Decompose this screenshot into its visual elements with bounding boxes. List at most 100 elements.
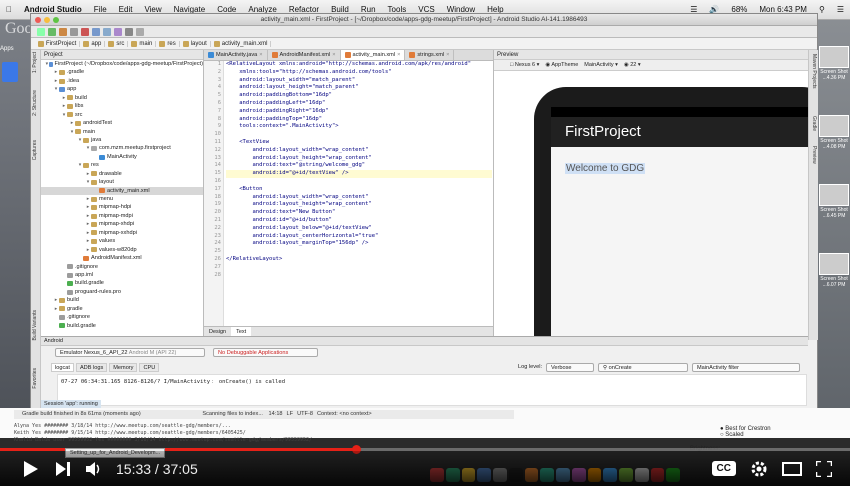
run-icon[interactable]	[48, 27, 56, 36]
tree-item[interactable]: ▸ .idea	[41, 77, 203, 85]
settings-gear-icon[interactable]	[750, 460, 768, 478]
right-tool-2[interactable]: Preview	[811, 146, 817, 164]
theme-dropdown[interactable]: ◉ AppTheme	[545, 62, 578, 68]
tree-item[interactable]: build.gradle	[41, 322, 203, 330]
breadcrumb-item[interactable]: layout	[180, 40, 211, 47]
device-dropdown[interactable]: □ Nexus 6 ▾	[510, 62, 539, 68]
tree-item[interactable]: ▸ drawable	[41, 170, 203, 178]
api-dropdown[interactable]: ◉ 22 ▾	[624, 62, 641, 68]
apple-icon[interactable]: 	[0, 5, 18, 14]
apps-label[interactable]: Apps	[0, 46, 14, 52]
code-line[interactable]: android:paddingRight="16dp"	[226, 108, 492, 116]
code-line[interactable]: android:id="@+id/textView" />	[226, 170, 492, 178]
right-tool-0[interactable]: Maven Projects	[811, 54, 817, 88]
left-tool-3[interactable]: Build Variants	[32, 310, 38, 340]
editor-tab[interactable]: strings.xml ×	[405, 50, 455, 61]
code-line[interactable]	[226, 131, 492, 139]
code-line[interactable]: android:layout_marginTop="156dp" />	[226, 240, 492, 248]
theater-mode-icon[interactable]	[782, 461, 802, 476]
tree-item[interactable]: ▾ com.mzm.meetup.firstproject	[41, 144, 203, 152]
avd-icon[interactable]	[114, 27, 122, 36]
code-line[interactable]: android:paddingLeft="16dp"	[226, 100, 492, 108]
screenshot-file-icon[interactable]	[819, 115, 849, 137]
next-icon[interactable]	[56, 461, 70, 476]
scaled-option[interactable]: ○ Scaled	[720, 432, 771, 438]
tree-item[interactable]: ▸ mipmap-hdpi	[41, 203, 203, 211]
log-filter-select[interactable]: MainActivity filter	[692, 362, 800, 372]
debuggable-apps-select[interactable]: No Debuggable Applications	[213, 347, 318, 357]
project-panel-header[interactable]: Project	[41, 50, 203, 60]
editor-tab[interactable]: MainActivity.java ×	[204, 50, 268, 60]
code-area[interactable]: <RelativeLayout xmlns:android="http://sc…	[226, 61, 492, 279]
code-line[interactable]: android:id="@+id/button"	[226, 217, 492, 225]
close-tab-icon[interactable]: ×	[397, 50, 400, 61]
breadcrumb-item[interactable]: app	[80, 40, 106, 47]
log-search-input[interactable]: ⚲ onCreate	[598, 362, 688, 372]
tree-item[interactable]: ▸ androidTest	[41, 119, 203, 127]
code-line[interactable]	[226, 178, 492, 186]
code-line[interactable]: android:layout_height="match_parent"	[226, 84, 492, 92]
device-monitor-icon[interactable]	[125, 27, 133, 36]
tree-item[interactable]: ▾ FirstProject (~/Dropbox/code/apps-gdg-m…	[41, 60, 203, 68]
tree-item[interactable]: ▸ mipmap-xxhdpi	[41, 229, 203, 237]
logcat-output[interactable]: 07-27 06:34:31.165 8126-8126/? I/MainAct…	[57, 374, 807, 406]
sync-icon[interactable]	[92, 27, 100, 36]
tree-item[interactable]: ▸ gradle	[41, 305, 203, 313]
code-line[interactable]	[226, 272, 492, 280]
code-line[interactable]: android:paddingBottom="16dp"	[226, 92, 492, 100]
tree-item[interactable]: ▾ main	[41, 128, 203, 136]
code-line[interactable]: <TextView	[226, 139, 492, 147]
log-level-select[interactable]: Verbose	[546, 362, 594, 372]
captions-icon[interactable]: CC	[711, 461, 736, 476]
status-line_sep[interactable]: LF	[287, 411, 294, 417]
breadcrumb-item[interactable]: FirstProject	[35, 40, 81, 47]
close-tab-icon[interactable]: ×	[259, 50, 262, 61]
notification-icon[interactable]: ☰	[831, 5, 850, 14]
code-line[interactable]: android:layout_height="wrap_content"	[226, 201, 492, 209]
code-line[interactable]: android:paddingTop="16dp"	[226, 116, 492, 124]
code-line[interactable]: </RelativeLayout>	[226, 256, 492, 264]
tree-item[interactable]: ▸ mipmap-xhdpi	[41, 220, 203, 228]
status-context[interactable]: Context: <no context>	[317, 411, 372, 417]
tab-design[interactable]: Design	[204, 327, 231, 336]
monitor-tab[interactable]: Memory	[109, 362, 138, 372]
tree-item[interactable]: activity_main.xml	[41, 186, 203, 195]
monitor-tab[interactable]: logcat	[51, 362, 74, 372]
code-line[interactable]: android:layout_width="wrap_content"	[226, 147, 492, 155]
close-tab-icon[interactable]: ×	[446, 50, 449, 61]
tree-item[interactable]: ▾ src	[41, 111, 203, 119]
tree-item[interactable]: .gitignore	[41, 263, 203, 271]
tree-item[interactable]: ▸ .gradle	[41, 68, 203, 76]
tree-item[interactable]: ▸ build	[41, 296, 203, 304]
left-tool-1[interactable]: 2: Structure	[32, 90, 38, 116]
left-tool-2[interactable]: Captures	[32, 140, 38, 160]
breadcrumb-item[interactable]: main	[128, 40, 157, 47]
stop-icon[interactable]	[81, 27, 89, 36]
tree-item[interactable]: app.iml	[41, 271, 203, 279]
volume-icon[interactable]	[86, 461, 102, 476]
sdk-icon[interactable]	[103, 27, 111, 36]
play-icon[interactable]	[24, 460, 38, 477]
monitor-tab[interactable]: CPU	[139, 362, 160, 372]
close-tab-icon[interactable]: ×	[332, 50, 335, 61]
tree-item[interactable]: ▸ mipmap-mdpi	[41, 212, 203, 220]
tree-item[interactable]: ▾ res	[41, 161, 203, 169]
tree-item[interactable]: ▾ java	[41, 136, 203, 144]
breadcrumb-item[interactable]: activity_main.xml	[211, 40, 272, 47]
code-line[interactable]	[226, 264, 492, 272]
tree-item[interactable]: build.gradle	[41, 279, 203, 287]
run-config-icon[interactable]	[37, 27, 45, 36]
device-select[interactable]: Emulator Nexus_6_API_22 Android M (API 2…	[55, 347, 205, 357]
code-line[interactable]	[226, 248, 492, 256]
tree-item[interactable]: MainActivity	[41, 153, 203, 161]
editor-tab[interactable]: AndroidManifest.xml ×	[268, 50, 341, 60]
editor-tab[interactable]: activity_main.xml ×	[340, 50, 406, 61]
code-line[interactable]: android:text="@string/welcome_gdg"	[226, 162, 492, 170]
tree-item[interactable]: ▾ app	[41, 85, 203, 93]
code-line[interactable]: android:layout_centerHorizontal="true"	[226, 233, 492, 241]
breadcrumb-item[interactable]: src	[105, 40, 129, 47]
left-tool-0[interactable]: 1: Project	[32, 52, 38, 73]
breadcrumb-item[interactable]: res	[156, 40, 180, 47]
status-cursor_pos[interactable]: 14:18	[269, 411, 283, 417]
code-line[interactable]: android:text="New Button"	[226, 209, 492, 217]
